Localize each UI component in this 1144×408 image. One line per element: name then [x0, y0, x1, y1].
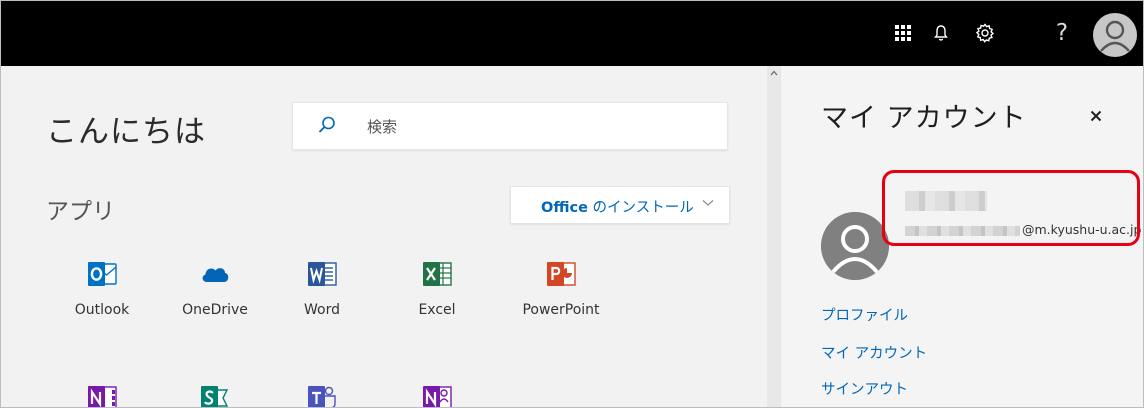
chevron-down-icon [702, 200, 714, 206]
app-launcher-icon[interactable] [884, 14, 922, 52]
onenote-icon [88, 386, 117, 408]
excel-icon [423, 262, 452, 286]
settings-gear-icon[interactable] [966, 14, 1004, 52]
close-icon[interactable] [1090, 110, 1102, 122]
app-label: Excel [418, 302, 456, 318]
search-label: 検索 [367, 118, 398, 136]
app-tile-onenote-class-notebook[interactable] [387, 382, 487, 408]
search-input[interactable]: 検索 [292, 102, 728, 150]
link-profile[interactable]: プロファイル [821, 304, 908, 325]
app-label: PowerPoint [522, 302, 600, 318]
outlook-icon [88, 262, 117, 286]
scrollbar[interactable] [767, 66, 780, 408]
teams-icon [308, 386, 336, 408]
word-icon [308, 262, 337, 286]
onedrive-icon [202, 268, 229, 282]
greeting-heading: こんにちは [46, 114, 206, 150]
app-label: Outlook [74, 302, 130, 318]
search-icon [318, 116, 335, 133]
powerpoint-icon [547, 262, 576, 286]
my-account-panel: マイ アカウント @m.kyushu-u.ac.jp プロファイル マイ アカウ… [780, 66, 1144, 408]
app-tile-onedrive[interactable]: OneDrive [165, 258, 265, 318]
app-label: Word [304, 302, 340, 318]
link-my-account[interactable]: マイ アカウント [821, 342, 927, 363]
install-office-button[interactable]: Office のインストール [510, 186, 730, 224]
app-label: OneDrive [182, 302, 248, 318]
scroll-up-arrow-icon[interactable] [770, 70, 778, 76]
top-bar: ? [0, 0, 1144, 66]
link-sign-out[interactable]: サインアウト [821, 378, 908, 399]
app-tile-sway[interactable] [165, 382, 265, 408]
app-tile-outlook[interactable]: Outlook [52, 258, 152, 318]
notification-bell-icon[interactable] [922, 14, 960, 52]
panel-title: マイ アカウント [821, 103, 1027, 134]
app-tile-powerpoint[interactable]: PowerPoint [511, 258, 611, 318]
install-label: のインストール [587, 200, 694, 216]
sway-icon [201, 386, 229, 408]
help-icon[interactable]: ? [1043, 14, 1081, 52]
app-tile-teams[interactable] [272, 382, 372, 408]
apps-heading: アプリ [46, 199, 115, 225]
highlight-annotation [882, 170, 1140, 246]
onenote-class-notebook-icon [423, 386, 452, 408]
user-avatar-icon[interactable] [1093, 13, 1137, 57]
main-content: こんにちは 検索 アプリ Office のインストール Outlook OneD… [0, 66, 766, 408]
install-brand: Office [541, 200, 588, 216]
app-tile-excel[interactable]: Excel [387, 258, 487, 318]
app-tile-onenote[interactable] [52, 382, 152, 408]
app-tile-word[interactable]: Word [272, 258, 372, 318]
account-avatar-icon [821, 212, 889, 280]
